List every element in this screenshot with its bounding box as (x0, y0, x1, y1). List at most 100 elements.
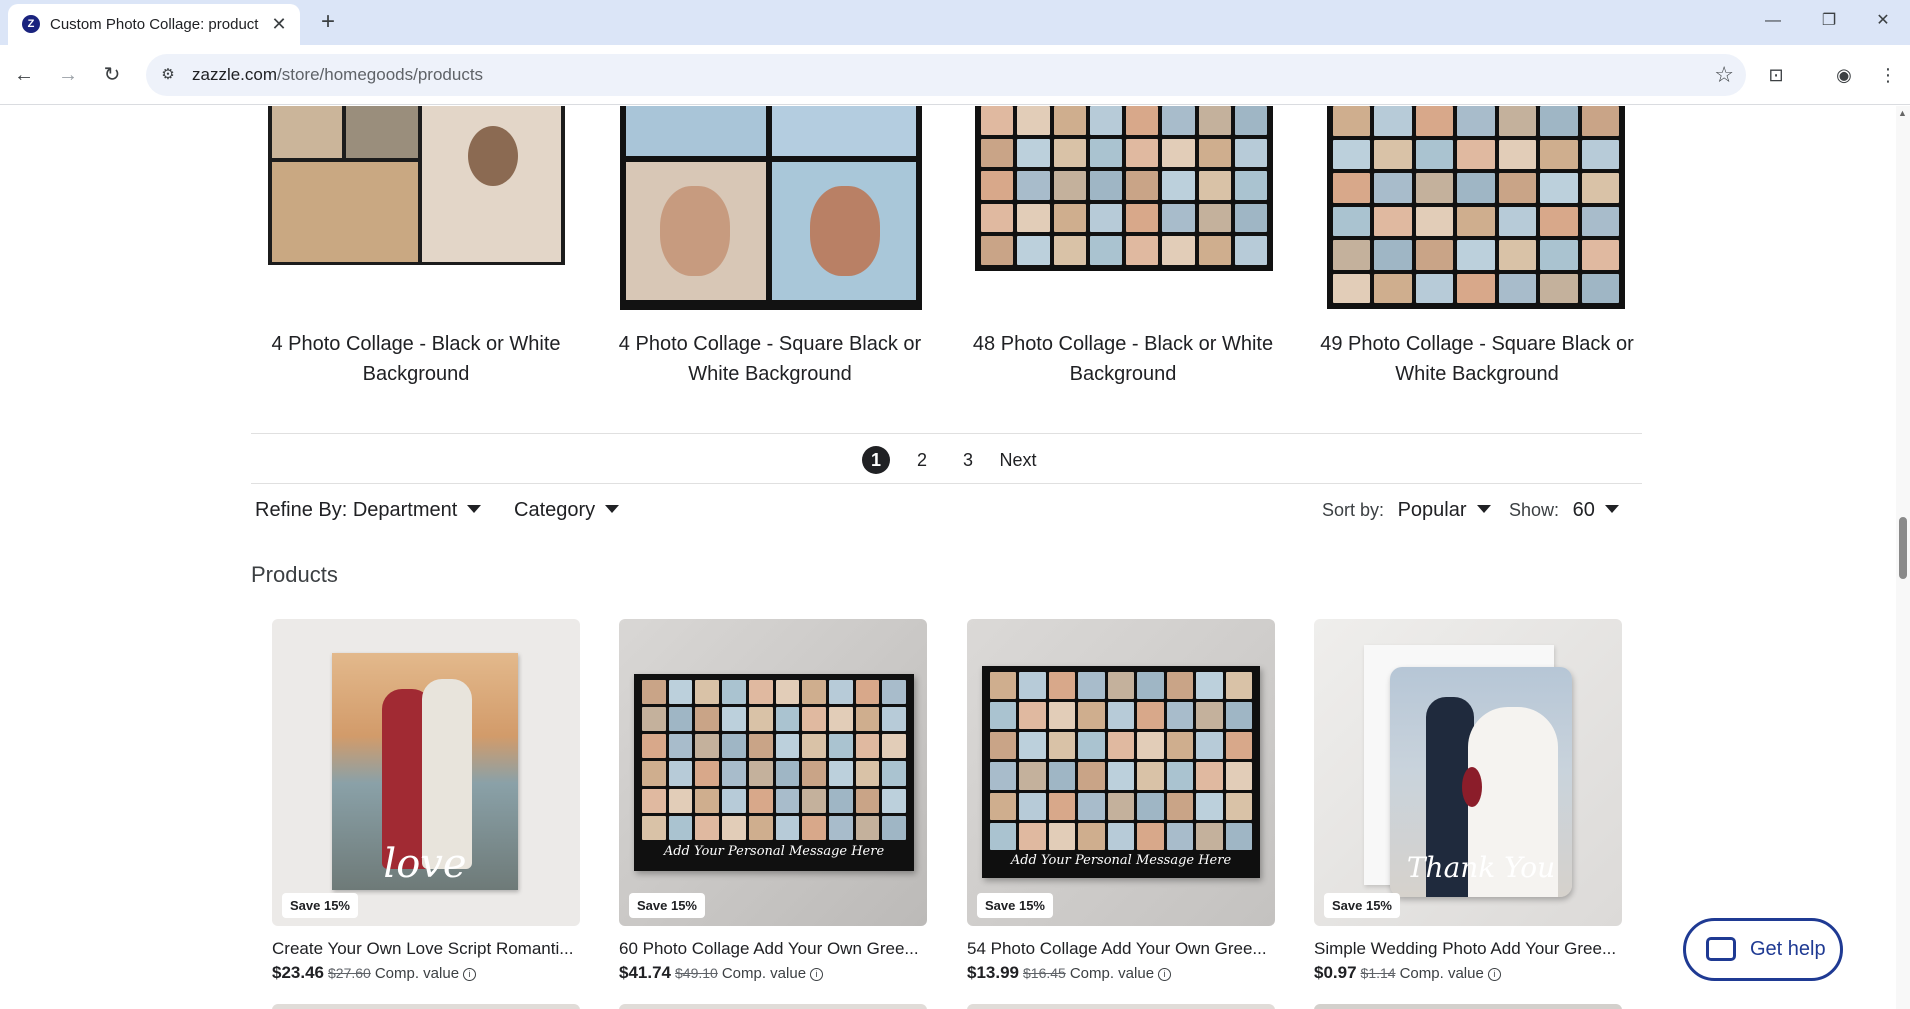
back-arrow-icon[interactable]: ← (8, 59, 40, 91)
product-title[interactable]: Simple Wedding Photo Add Your Gree... (1314, 939, 1622, 959)
page-2-button[interactable]: 2 (912, 446, 932, 474)
collage-photo-tile (668, 680, 693, 705)
collage-photo-tile (1234, 138, 1267, 168)
collage-photo-tile (1166, 702, 1194, 730)
address-bar[interactable]: ⚙ zazzle.com/store/homegoods/products ☆ (146, 54, 1746, 96)
profile-icon[interactable]: ◉ (1828, 59, 1860, 91)
collage-photo-tile (1126, 203, 1159, 233)
product-title[interactable]: 4 Photo Collage - Square Black or White … (605, 329, 935, 389)
sale-price: $23.46 (272, 963, 324, 982)
info-icon[interactable]: i (1487, 967, 1501, 981)
scroll-thumb[interactable] (1899, 517, 1907, 579)
product-title[interactable]: Create Your Own Love Script Romanti... (272, 939, 580, 959)
collage-photo-tile (1137, 792, 1164, 820)
sort-dropdown[interactable]: Sort by: Popular (1322, 492, 1491, 528)
bookmark-star-icon[interactable]: ☆ (1714, 62, 1734, 88)
product-image[interactable]: Add Your Personal Message Here Save 15% (619, 619, 927, 926)
product-image[interactable] (620, 106, 922, 310)
collage-photo-tile (775, 815, 800, 840)
get-help-label: Get help (1750, 938, 1826, 960)
product-title[interactable]: 48 Photo Collage - Black or White Backgr… (958, 329, 1288, 389)
site-info-icon[interactable]: ⚙ (156, 63, 180, 87)
collage-photo-tile (1107, 792, 1135, 820)
product-image[interactable] (272, 1004, 580, 1009)
new-tab-icon[interactable]: + (314, 8, 342, 36)
collage-photo-tile (981, 138, 1014, 168)
collage-photo-tile (1196, 822, 1223, 850)
collage-photo-tile (1048, 732, 1076, 760)
overlay-text: love (383, 841, 467, 887)
collage-photo-tile (1333, 139, 1371, 169)
collage-photo-tile (1374, 173, 1412, 203)
product-title[interactable]: 4 Photo Collage - Black or White Backgro… (251, 329, 581, 389)
product-image[interactable] (1314, 1004, 1622, 1009)
save-badge: Save 15% (977, 893, 1053, 918)
collage-photo-tile (1333, 173, 1371, 203)
save-badge: Save 15% (1324, 893, 1400, 918)
page-scrollbar[interactable]: ▲ (1896, 106, 1910, 1009)
product-image[interactable] (268, 106, 565, 265)
collage-photo-tile (1581, 173, 1619, 203)
product-image[interactable] (975, 106, 1273, 271)
product-title[interactable]: 54 Photo Collage Add Your Own Gree... (967, 939, 1275, 959)
original-price: $16.45 (1023, 965, 1066, 981)
restore-icon[interactable]: ❐ (1809, 6, 1849, 36)
scroll-up-arrow-icon[interactable]: ▲ (1898, 108, 1907, 118)
show-count-dropdown[interactable]: Show: 60 (1509, 492, 1619, 528)
collage-photo-tile (1196, 702, 1223, 730)
collage-photo-tile (882, 788, 906, 813)
page-3-button[interactable]: 3 (958, 446, 978, 474)
collage-photo-tile (695, 761, 720, 786)
collage-photo-tile (981, 171, 1014, 200)
tab-close-icon[interactable]: ✕ (268, 13, 290, 35)
product-image[interactable] (1327, 106, 1625, 309)
comp-value-label: Comp. value (721, 965, 807, 982)
product-image[interactable]: love Save 15% (272, 619, 580, 926)
collage-photo-tile (990, 792, 1017, 820)
collage-photo-tile (642, 761, 666, 786)
product-image[interactable]: Add Your Personal Message Here Save 15% (967, 619, 1275, 926)
product-title[interactable]: 49 Photo Collage - Square Black or White… (1312, 329, 1642, 389)
next-page-link[interactable]: Next (995, 446, 1041, 474)
browser-tab-active[interactable]: Z Custom Photo Collage: product ✕ (8, 4, 300, 45)
product-title[interactable]: 60 Photo Collage Add Your Own Gree... (619, 939, 927, 959)
product-image[interactable] (967, 1004, 1275, 1009)
collage-photo-tile (1078, 792, 1105, 820)
collage-photo-tile (1162, 171, 1195, 200)
collage-photo-tile (1107, 732, 1135, 760)
collage-photo-tile (1017, 171, 1050, 200)
comp-value-label: Comp. value (1399, 965, 1484, 982)
info-icon[interactable]: i (810, 967, 824, 981)
browser-toolbar: ← → ↻ ⚙ zazzle.com/store/homegoods/produ… (0, 45, 1910, 105)
collage-photo-tile (1234, 203, 1267, 233)
forward-arrow-icon[interactable]: → (52, 59, 84, 91)
collage-photo-tile (642, 734, 666, 759)
page-search-icon[interactable]: ⊡ (1760, 59, 1792, 91)
save-badge: Save 15% (282, 893, 358, 918)
collage-photo-tile (802, 707, 826, 732)
collage-photo-tile (882, 707, 906, 732)
collage-photo-tile (748, 788, 773, 813)
collage-photo-tile (1234, 106, 1267, 135)
collage-photo-tile (1089, 171, 1122, 200)
close-window-icon[interactable]: ✕ (1863, 6, 1903, 36)
department-dropdown[interactable]: Refine By: Department (255, 492, 482, 528)
get-help-button[interactable]: Get help (1683, 918, 1843, 981)
page-1-button[interactable]: 1 (862, 446, 890, 474)
reload-icon[interactable]: ↻ (96, 59, 128, 91)
collage-photo-tile (1053, 203, 1086, 233)
category-dropdown[interactable]: Category (514, 492, 620, 528)
info-icon[interactable]: i (1158, 967, 1172, 981)
minimize-icon[interactable]: — (1753, 6, 1793, 36)
collage-photo-tile (1333, 106, 1371, 136)
info-icon[interactable]: i (463, 967, 477, 981)
collage-photo-tile (855, 734, 880, 759)
product-image[interactable] (619, 1004, 927, 1009)
collage-photo-tile (1126, 138, 1159, 168)
collage-photo-tile (1053, 171, 1086, 200)
caret-down-icon (605, 504, 620, 513)
menu-kebab-icon[interactable]: ⋮ (1872, 59, 1904, 91)
product-image[interactable]: Thank You Save 15% (1314, 619, 1622, 926)
collage-photo-tile (1137, 762, 1164, 790)
collage-photo-tile (1166, 822, 1194, 850)
